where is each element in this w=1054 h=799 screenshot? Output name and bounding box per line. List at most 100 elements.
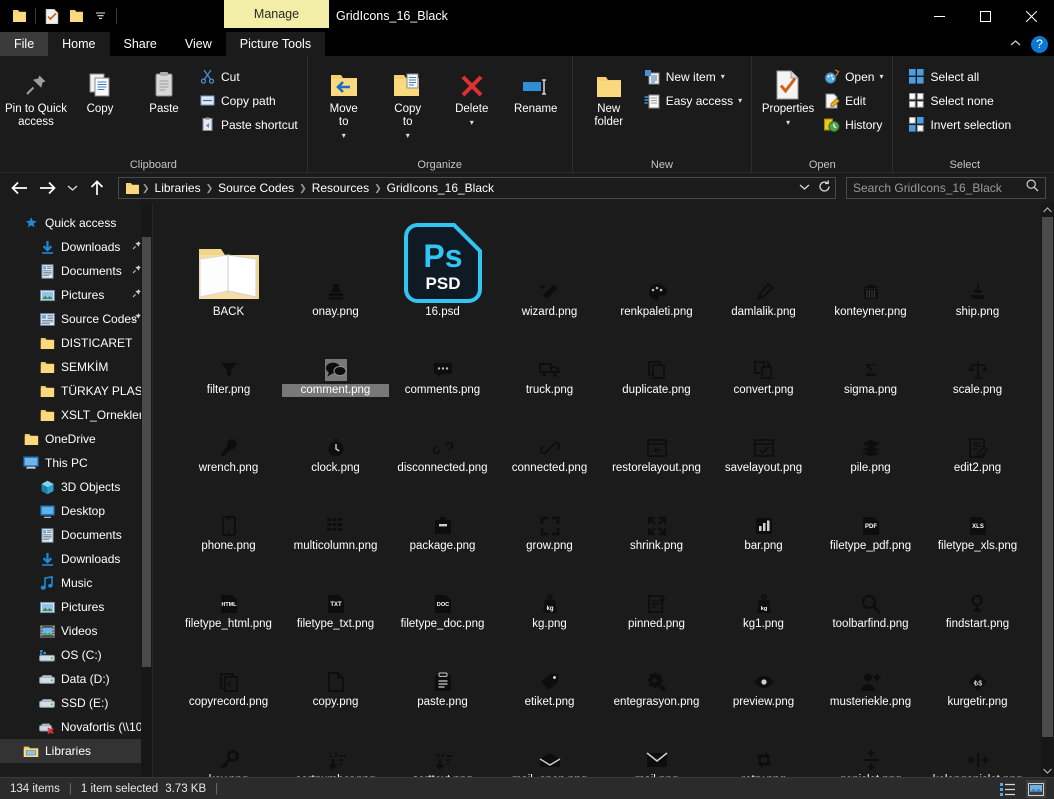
open-caret-icon[interactable]: ▾: [879, 72, 883, 81]
file-tile-mail-png[interactable]: mail.png: [603, 711, 710, 777]
sidebar-item-documents[interactable]: Documents: [0, 259, 152, 283]
file-tile-filetype-xls-png[interactable]: XLS filetype_xls.png: [924, 477, 1031, 555]
navigation-scrollbar-thumb[interactable]: [142, 237, 151, 667]
breadcrumb-item-libraries[interactable]: Libraries: [150, 181, 206, 195]
file-tile-filetype-pdf-png[interactable]: PDF filetype_pdf.png: [817, 477, 924, 555]
qat-new-folder-icon[interactable]: [65, 5, 87, 27]
maximize-button[interactable]: [962, 0, 1008, 32]
file-tile-restorelayout-png[interactable]: restorelayout.png: [603, 399, 710, 477]
file-tile-duplicate-png[interactable]: duplicate.png: [603, 321, 710, 399]
scroll-down-arrow-icon[interactable]: [1041, 764, 1054, 777]
search-box[interactable]: Search GridIcons_16_Black: [846, 177, 1046, 199]
close-button[interactable]: [1008, 0, 1054, 32]
qat-customize-dropdown-icon[interactable]: [89, 5, 111, 27]
sidebar-item-music[interactable]: Music: [0, 571, 152, 595]
up-button[interactable]: [84, 175, 110, 201]
tab-picture-tools[interactable]: Picture Tools: [225, 32, 326, 56]
qat-properties-icon[interactable]: [41, 5, 63, 27]
sidebar-item-libraries[interactable]: Libraries: [0, 739, 152, 763]
paste-button[interactable]: Paste: [132, 60, 196, 134]
file-tile-wizard-png[interactable]: wizard.png: [496, 213, 603, 321]
sidebar-item-semki-m[interactable]: SEMKİM: [0, 355, 152, 379]
breadcrumb-item-resources[interactable]: Resources: [307, 181, 374, 195]
file-tile-16-psd[interactable]: Ps PSD 16.psd: [389, 213, 496, 321]
qat-folder-icon[interactable]: [8, 5, 30, 27]
file-tile-findstart-png[interactable]: findstart.png: [924, 555, 1031, 633]
breadcrumb-sep-1[interactable]: ❯: [206, 183, 214, 194]
scroll-up-arrow-icon[interactable]: [1041, 203, 1054, 216]
file-tile-pile-png[interactable]: pile.png: [817, 399, 924, 477]
file-tile-copy-png[interactable]: copy.png: [282, 633, 389, 711]
breadcrumb-sep-2[interactable]: ❯: [299, 183, 307, 194]
history-button[interactable]: History: [820, 114, 888, 135]
open-button[interactable]: Open ▾: [820, 66, 888, 87]
file-tile-kg1-png[interactable]: kg kg1.png: [710, 555, 817, 633]
sidebar-item-novafortis-10[interactable]: Novafortis (\\10.: [0, 715, 152, 739]
file-tile-multicolumn-png[interactable]: multicolumn.png: [282, 477, 389, 555]
sidebar-item-ssd-e[interactable]: SSD (E:): [0, 691, 152, 715]
collapse-ribbon-icon[interactable]: [1010, 38, 1021, 50]
paste-shortcut-button[interactable]: Paste shortcut: [196, 114, 303, 135]
file-tile-package-png[interactable]: package.png: [389, 477, 496, 555]
tab-file[interactable]: File: [0, 32, 49, 56]
navigation-scrollbar[interactable]: [141, 203, 152, 777]
file-tile-onay-png[interactable]: onay.png: [282, 213, 389, 321]
file-tile-filter-png[interactable]: filter.png: [175, 321, 282, 399]
file-tile-comments-png[interactable]: comments.png: [389, 321, 496, 399]
tab-share[interactable]: Share: [110, 32, 171, 56]
search-icon[interactable]: [1026, 179, 1039, 197]
sidebar-item-pictures[interactable]: Pictures: [0, 595, 152, 619]
sidebar-item-desktop[interactable]: Desktop: [0, 499, 152, 523]
search-input[interactable]: Search GridIcons_16_Black: [853, 181, 1026, 195]
file-tile-grow-png[interactable]: grow.png: [496, 477, 603, 555]
file-tile-preview-png[interactable]: preview.png: [710, 633, 817, 711]
properties-button[interactable]: Properties ▾: [756, 60, 820, 134]
file-tile-bar-png[interactable]: bar.png: [710, 477, 817, 555]
file-tile-genislet-png[interactable]: genislet.png: [817, 711, 924, 777]
delete-caret-icon[interactable]: ▾: [470, 116, 474, 129]
breadcrumb-item-source-codes[interactable]: Source Codes: [213, 181, 299, 195]
file-tile-comment-png[interactable]: comment.png: [282, 321, 389, 399]
file-tile-filetype-doc-png[interactable]: DOC filetype_doc.png: [389, 555, 496, 633]
file-tile-back[interactable]: BACK: [175, 213, 282, 321]
file-list-scrollbar-thumb[interactable]: [1042, 217, 1053, 737]
easy-access-button[interactable]: Easy access ▾: [641, 90, 747, 111]
delete-button[interactable]: Delete ▾: [440, 60, 504, 134]
sidebar-item-data-d[interactable]: Data (D:): [0, 667, 152, 691]
edit-button[interactable]: Edit: [820, 90, 888, 111]
file-tile-wrench-png[interactable]: wrench.png: [175, 399, 282, 477]
sidebar-item-t-rkay-plasti-k[interactable]: TÜRKAY PLASTİK: [0, 379, 152, 403]
tab-view[interactable]: View: [171, 32, 226, 56]
file-tile-savelayout-png[interactable]: savelayout.png: [710, 399, 817, 477]
back-button[interactable]: [6, 175, 32, 201]
sidebar-item-source-codes[interactable]: Source Codes: [0, 307, 152, 331]
breadcrumb-sep-3[interactable]: ❯: [374, 183, 382, 194]
copy-to-button[interactable]: Copy to ▾: [376, 60, 440, 142]
copy-to-caret-icon[interactable]: ▾: [406, 129, 410, 142]
breadcrumb-item-current[interactable]: GridIcons_16_Black: [382, 181, 499, 195]
file-tile-scale-png[interactable]: scale.png: [924, 321, 1031, 399]
refresh-icon[interactable]: [818, 180, 831, 196]
file-tile-entegrasyon-png[interactable]: entegrasyon.png: [603, 633, 710, 711]
new-folder-button[interactable]: New folder: [577, 60, 641, 134]
rename-button[interactable]: Rename: [504, 60, 568, 134]
file-tile-convert-png[interactable]: convert.png: [710, 321, 817, 399]
manage-contextual-tab[interactable]: Manage: [224, 0, 329, 28]
large-icons-view-button[interactable]: [1026, 780, 1046, 798]
file-list-scrollbar[interactable]: [1041, 203, 1054, 777]
address-dropdown-icon[interactable]: [799, 182, 810, 194]
sidebar-item-xslt-ornekleri[interactable]: XSLT_Ornekleri: [0, 403, 152, 427]
new-item-button[interactable]: New item ▾: [641, 66, 747, 87]
sidebar-item-disticaret[interactable]: DISTICARET: [0, 331, 152, 355]
cut-button[interactable]: Cut: [196, 66, 303, 87]
file-tile-mail-open-png[interactable]: mail_open.png: [496, 711, 603, 777]
properties-caret-icon[interactable]: ▾: [786, 116, 790, 129]
minimize-button[interactable]: [916, 0, 962, 32]
details-view-button[interactable]: [998, 780, 1018, 798]
file-list-pane[interactable]: BACK onay.png Ps PSD 16.psd wizard.png renkpal…: [152, 203, 1054, 777]
new-item-caret-icon[interactable]: ▾: [721, 72, 725, 81]
file-tile-phone-png[interactable]: phone.png: [175, 477, 282, 555]
file-tile-retry-png[interactable]: retry.png: [710, 711, 817, 777]
sidebar-item-downloads[interactable]: Downloads: [0, 547, 152, 571]
file-tile-etiket-png[interactable]: etiket.png: [496, 633, 603, 711]
